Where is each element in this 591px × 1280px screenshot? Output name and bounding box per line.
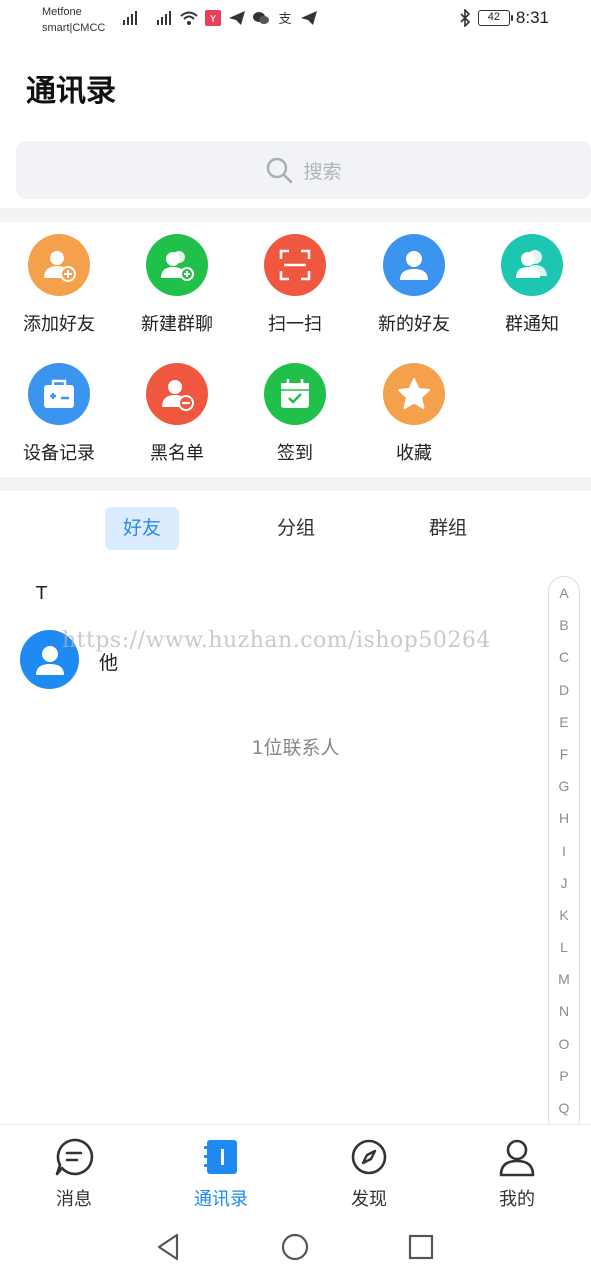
- contacts-icon: [204, 1140, 237, 1174]
- favorite-icon: [383, 363, 445, 425]
- feature-label: 黑名单: [150, 443, 204, 464]
- status-bar: Metfone smart|CMCC Y 支 42 8:31: [0, 0, 591, 44]
- compass-icon: [351, 1139, 387, 1175]
- feature-scan[interactable]: 扫一扫: [236, 234, 354, 336]
- feature-label: 新建群聊: [141, 314, 213, 335]
- feature-label: 收藏: [396, 443, 432, 464]
- index-letter[interactable]: C: [549, 641, 579, 673]
- index-letter[interactable]: Q: [549, 1092, 579, 1124]
- index-letter[interactable]: G: [549, 770, 579, 802]
- feature-label: 新的好友: [378, 314, 450, 335]
- nav-contacts[interactable]: 通讯录: [171, 1137, 271, 1211]
- feature-favorite[interactable]: 收藏: [355, 363, 473, 465]
- search-placeholder: 搜索: [303, 160, 342, 183]
- search-icon: [267, 157, 293, 184]
- feature-add-friend[interactable]: 添加好友: [0, 234, 118, 336]
- index-letter[interactable]: J: [549, 867, 579, 899]
- signal-icon: [157, 11, 171, 25]
- index-letter[interactable]: P: [549, 1060, 579, 1092]
- svg-text:支: 支: [278, 12, 291, 26]
- feature-group-notice[interactable]: 群通知: [473, 234, 591, 336]
- section-divider: [0, 208, 591, 222]
- telegram-icon: [229, 11, 245, 25]
- alipay-icon: 支: [278, 12, 291, 26]
- feature-label: 群通知: [505, 314, 559, 335]
- nav-label: 消息: [56, 1189, 92, 1210]
- carrier-line-1: Metfone: [42, 6, 82, 18]
- status-icons: Y 支: [122, 10, 318, 26]
- battery-icon: 42: [477, 10, 513, 26]
- svg-text:Y: Y: [209, 14, 217, 25]
- recents-icon[interactable]: [406, 1232, 436, 1262]
- index-letter[interactable]: O: [549, 1028, 579, 1060]
- index-letter[interactable]: F: [549, 738, 579, 770]
- signal-icon: [123, 11, 137, 25]
- index-letter[interactable]: B: [549, 609, 579, 641]
- bluetooth-icon: [460, 9, 471, 27]
- telegram-icon: [301, 11, 317, 25]
- tab-friends[interactable]: 好友: [105, 507, 179, 550]
- feature-new-group[interactable]: 新建群聊: [118, 234, 236, 336]
- index-letter[interactable]: H: [549, 802, 579, 834]
- watermark: https://www.huzhan.com/ishop50264: [62, 628, 491, 653]
- check-in-icon: [264, 363, 326, 425]
- wifi-icon: [180, 11, 198, 25]
- nav-discover[interactable]: 发现: [319, 1137, 419, 1211]
- bottom-nav: 消息 通讯录 发现 我的: [0, 1124, 591, 1214]
- app-notification-icon: Y: [205, 10, 221, 26]
- carrier-line-2: smart|CMCC: [42, 22, 106, 34]
- nav-label: 通讯录: [194, 1189, 248, 1210]
- feature-label: 设备记录: [23, 443, 95, 464]
- tab-groups[interactable]: 分组: [259, 507, 333, 550]
- section-divider: [0, 477, 591, 491]
- wechat-icon: [253, 12, 269, 24]
- new-friend-icon: [383, 234, 445, 296]
- message-icon: [55, 1138, 94, 1176]
- feature-label: 扫一扫: [268, 314, 322, 335]
- carrier-info: Metfone smart|CMCC: [42, 4, 105, 36]
- feature-new-friend[interactable]: 新的好友: [355, 234, 473, 336]
- system-nav-bar: [0, 1214, 591, 1280]
- index-letter[interactable]: D: [549, 674, 579, 706]
- scan-icon: [264, 234, 326, 296]
- feature-device-record[interactable]: 设备记录: [0, 363, 118, 465]
- feature-blacklist[interactable]: 黑名单: [118, 363, 236, 465]
- tab-group-chats[interactable]: 群组: [411, 507, 485, 550]
- profile-icon: [499, 1139, 535, 1177]
- index-letter[interactable]: M: [549, 963, 579, 995]
- nav-label: 我的: [499, 1189, 535, 1210]
- home-icon[interactable]: [280, 1232, 310, 1262]
- nav-messages[interactable]: 消息: [24, 1137, 124, 1211]
- back-icon[interactable]: [154, 1232, 184, 1262]
- nav-label: 发现: [351, 1189, 387, 1210]
- page-title: 通讯录: [26, 74, 116, 109]
- add-friend-icon: [28, 234, 90, 296]
- new-group-icon: [146, 234, 208, 296]
- index-letter[interactable]: K: [549, 899, 579, 931]
- index-letter[interactable]: A: [549, 577, 579, 609]
- search-input[interactable]: 搜索: [16, 141, 591, 199]
- feature-label: 签到: [277, 443, 313, 464]
- section-letter: T: [36, 583, 47, 604]
- index-letter[interactable]: I: [549, 835, 579, 867]
- feature-label: 添加好友: [23, 314, 95, 335]
- group-notice-icon: [501, 234, 563, 296]
- index-letter[interactable]: N: [549, 995, 579, 1027]
- nav-profile[interactable]: 我的: [467, 1137, 567, 1211]
- index-letter[interactable]: L: [549, 931, 579, 963]
- blacklist-icon: [146, 363, 208, 425]
- alphabet-index[interactable]: A B C D E F G H I J K L M N O P Q: [548, 576, 580, 1136]
- contact-count: 1位联系人: [251, 737, 340, 759]
- device-record-icon: [28, 363, 90, 425]
- status-right: 42 8:31: [458, 8, 549, 28]
- feature-check-in[interactable]: 签到: [236, 363, 354, 465]
- clock: 8:31: [515, 8, 549, 27]
- index-letter[interactable]: E: [549, 706, 579, 738]
